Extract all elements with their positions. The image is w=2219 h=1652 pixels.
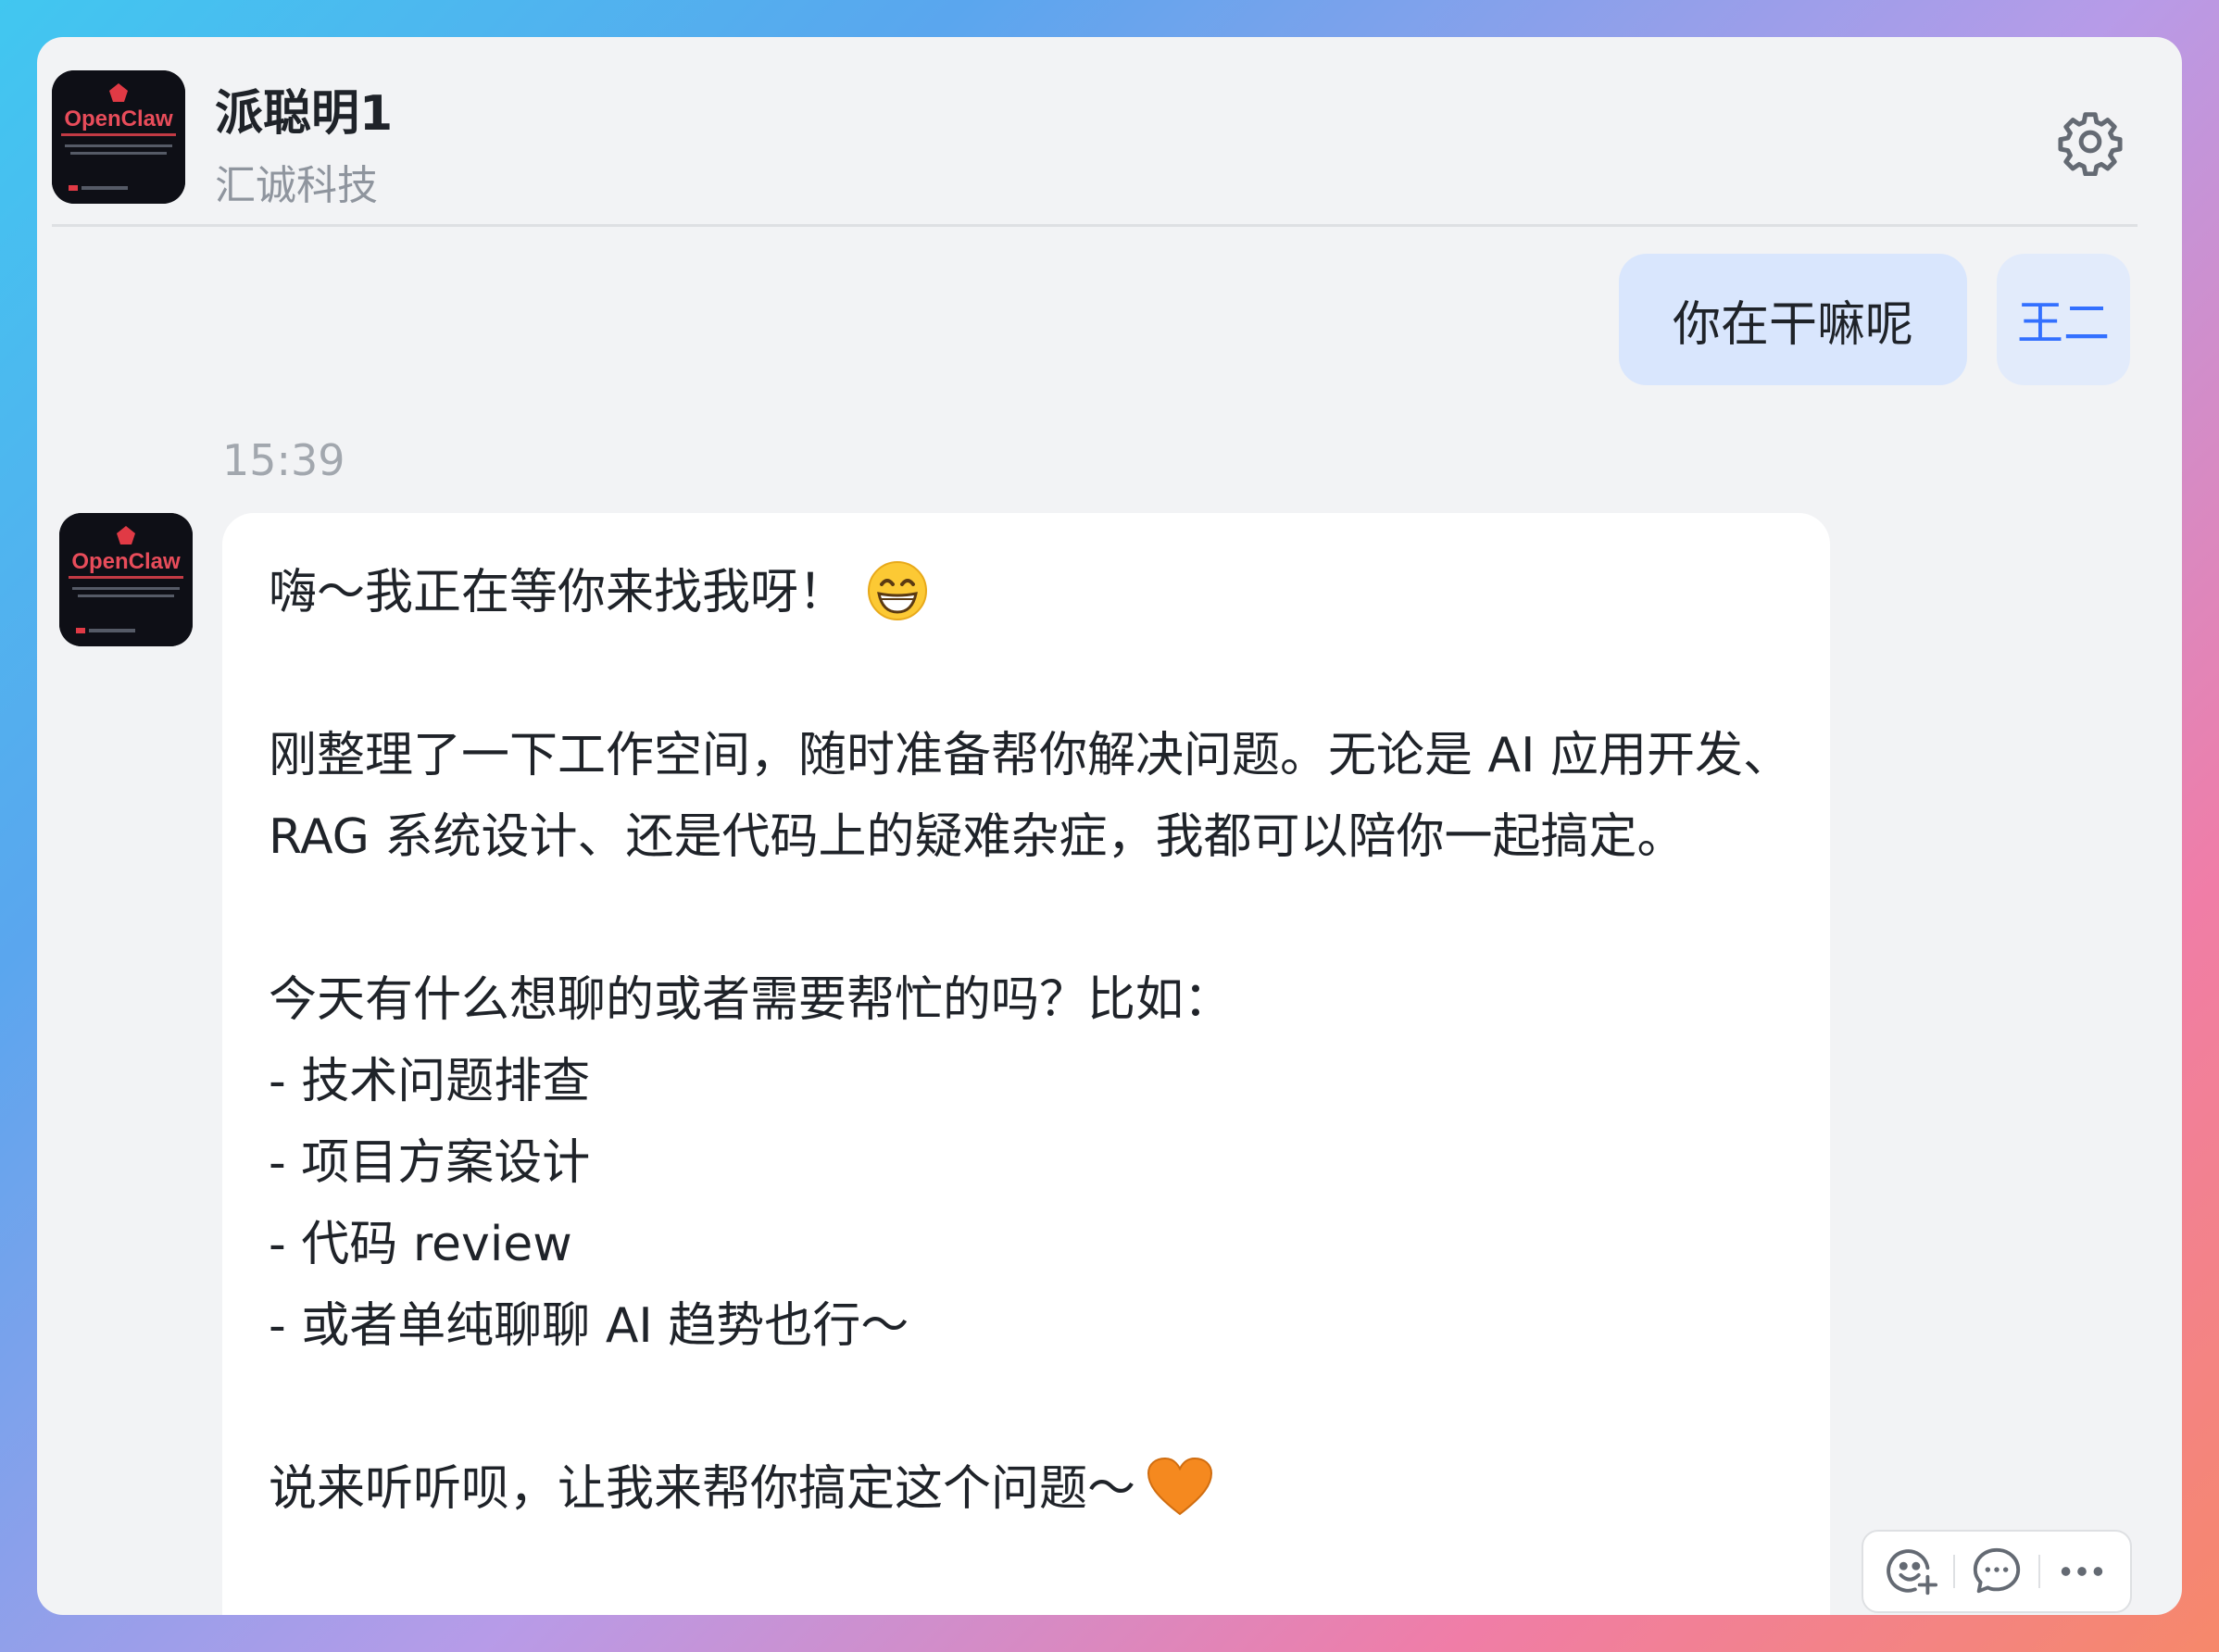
bullet-item: - 项目方案设计 [269, 1135, 591, 1191]
openclaw-logo-icon: OpenClaw [52, 70, 185, 204]
question-line: 今天有什么想聊的或者需要帮忙的吗？比如： [269, 972, 1233, 1028]
toolbar-separator [2038, 1555, 2041, 1588]
message-actions-toolbar [1862, 1530, 2132, 1613]
toolbar-separator [1952, 1555, 1955, 1588]
header-divider [52, 224, 2138, 227]
bot-message-bubble[interactable]: 嗨～我正在等你来找我呀！ 刚整理了一下工作空间，随时准备帮你解决问题。无论是 A… [222, 513, 1830, 1615]
chat-header: OpenClaw 派聪明1 汇诚科技 [37, 37, 2182, 228]
bullet-item: - 代码 review [269, 1217, 572, 1272]
reply-comment-icon[interactable] [1969, 1544, 2025, 1599]
svg-text:OpenClaw: OpenClaw [71, 549, 181, 574]
bullet-item: - 技术问题排查 [269, 1054, 591, 1109]
chat-title: 派聪明1 [215, 86, 394, 142]
grinning-face-icon [868, 561, 928, 620]
chat-window: OpenClaw 派聪明1 汇诚科技 你在干嘛呢 王二 15:39 OpenCl… [37, 37, 2182, 1615]
bullet-item: - 或者单纯聊聊 AI 趋势也行～ [269, 1298, 909, 1354]
user-avatar[interactable]: 王二 [1997, 254, 2130, 385]
svg-text:OpenClaw: OpenClaw [64, 106, 173, 131]
intro-paragraph: 刚整理了一下工作空间，随时准备帮你解决问题。无论是 AI 应用开发、RAG 系统… [269, 728, 1791, 865]
orange-heart-icon [1147, 1457, 1213, 1516]
message-timestamp: 15:39 [222, 435, 345, 485]
bot-message-text: 嗨～我正在等你来找我呀！ 刚整理了一下工作空间，随时准备帮你解决问题。无论是 A… [269, 552, 1793, 1530]
add-reaction-icon[interactable] [1884, 1544, 1939, 1599]
bot-message-avatar[interactable]: OpenClaw [59, 513, 193, 646]
closing-line: 说来听听呗，让我来帮你搞定这个问题～ [269, 1461, 1136, 1517]
openclaw-logo-icon: OpenClaw [59, 513, 193, 646]
gear-icon[interactable] [2056, 107, 2125, 177]
user-message-bubble[interactable]: 你在干嘛呢 [1619, 254, 1967, 385]
more-icon[interactable] [2054, 1544, 2110, 1599]
chat-subtitle: 汇诚科技 [215, 162, 378, 209]
bot-avatar[interactable]: OpenClaw [52, 70, 185, 204]
greeting-line: 嗨～我正在等你来找我呀！ [269, 565, 847, 620]
